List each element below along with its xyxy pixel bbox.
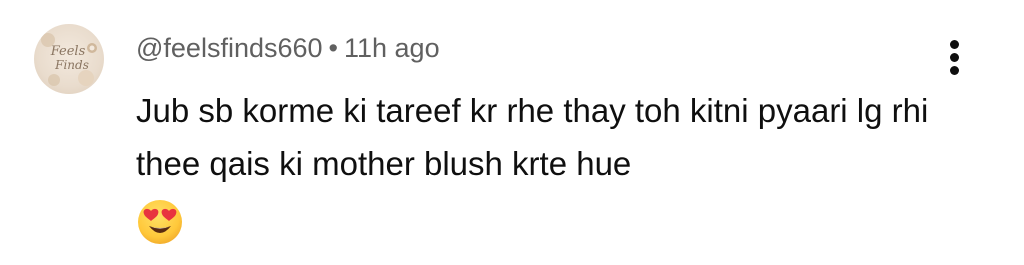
more-vertical-icon-dot xyxy=(950,40,959,49)
author-handle[interactable]: @feelsfinds660 xyxy=(136,33,323,63)
comment-timestamp[interactable]: 11h ago xyxy=(344,33,440,63)
svg-text:Feels: Feels xyxy=(50,44,86,59)
more-vertical-icon-dot xyxy=(950,66,959,75)
more-vertical-icon-dot xyxy=(950,53,959,62)
meta-separator: • xyxy=(328,33,338,63)
avatar[interactable]: Feels Finds xyxy=(34,24,104,94)
avatar-logo: Feels Finds xyxy=(41,33,97,86)
comment-text: Jub sb korme ki tareef kr rhe thay toh k… xyxy=(136,92,929,182)
svg-text:Finds: Finds xyxy=(54,58,89,72)
heart-eyes-emoji-icon xyxy=(136,198,184,246)
comment-card: Feels Finds @feelsfinds660 • 11h ago Jub s… xyxy=(0,0,1024,265)
comment-meta: @feelsfinds660 • 11h ago xyxy=(136,32,440,64)
more-options-button[interactable] xyxy=(940,38,970,78)
